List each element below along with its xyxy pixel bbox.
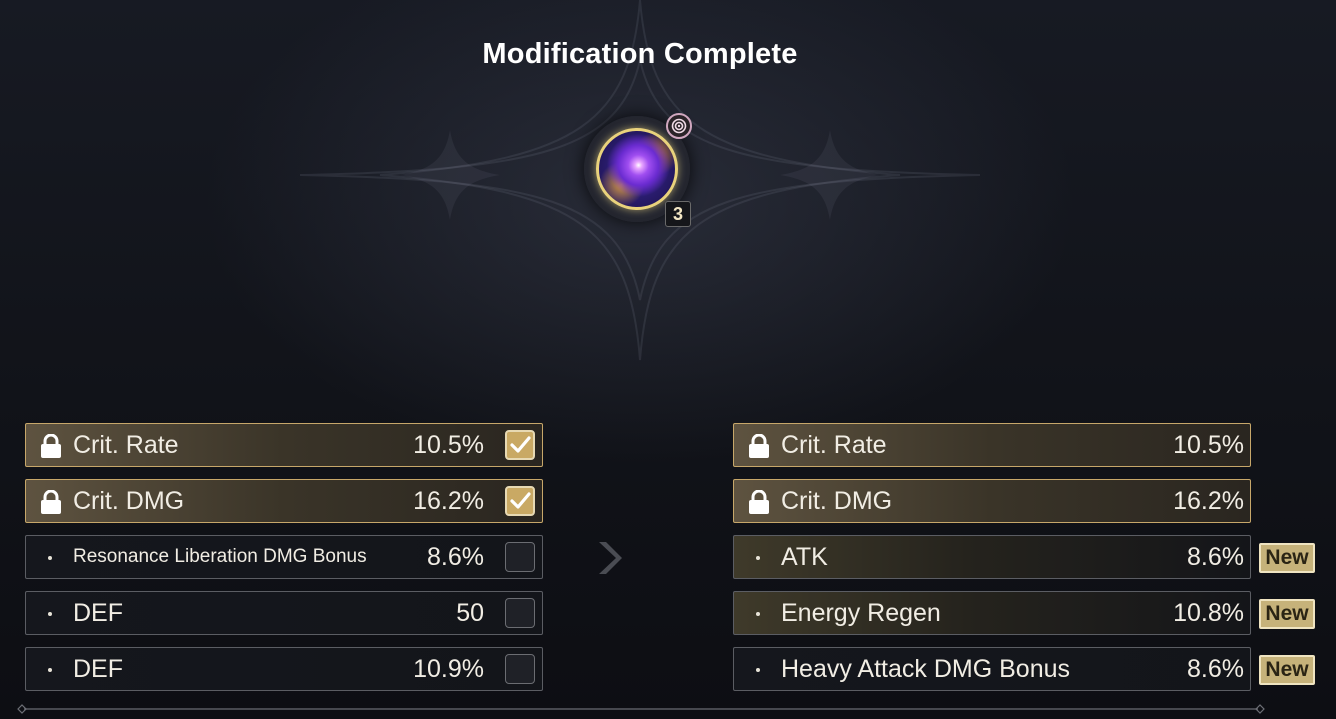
lock-icon [749,434,769,458]
page-title: Modification Complete [482,38,798,70]
stat-value: 16.2% [413,486,484,515]
bullet-icon [756,612,760,616]
right-stat-row: Heavy Attack DMG Bonus 8.6% [733,647,1251,691]
right-stat-row: Energy Regen 10.8% [733,591,1251,635]
left-stat-row[interactable]: Crit. DMG 16.2% [25,479,543,523]
bullet-icon [48,668,52,672]
lock-checkbox[interactable] [505,542,535,572]
stat-value: 50 [456,598,484,627]
chevron-right-icon [599,542,622,574]
stat-name: Crit. Rate [781,430,887,459]
checkmark-icon [510,492,531,509]
stat-value: 10.8% [1173,598,1244,627]
bullet-icon [48,556,52,560]
stat-name: DEF [73,598,123,627]
echo-portrait: 3 [576,108,706,238]
stat-name: Energy Regen [781,598,941,627]
stat-name: Heavy Attack DMG Bonus [781,654,1071,683]
stat-value: 10.9% [413,654,484,683]
swirl-sonata-icon [666,113,692,139]
bullet-icon [756,556,760,560]
echo-level-badge: 3 [665,201,691,227]
left-stat-row[interactable]: DEF 10.9% [25,647,543,691]
stat-name: Crit. DMG [781,486,893,515]
lock-checkbox[interactable] [505,486,535,516]
lock-icon [41,434,61,458]
stat-name: Resonance Liberation DMG Bonus [73,546,367,567]
stat-value: 8.6% [1187,654,1244,683]
stat-name: Crit. Rate [73,430,179,459]
stat-value: 10.5% [1173,430,1244,459]
stat-value: 16.2% [1173,486,1244,515]
stat-name: ATK [781,542,828,571]
left-stat-row[interactable]: Crit. Rate 10.5% [25,423,543,467]
stat-name: DEF [73,654,123,683]
left-stat-row[interactable]: Resonance Liberation DMG Bonus 8.6% [25,535,543,579]
right-stat-row: Crit. Rate 10.5% [733,423,1251,467]
right-stat-row: Crit. DMG 16.2% [733,479,1251,523]
bullet-icon [756,668,760,672]
lock-checkbox[interactable] [505,654,535,684]
right-stat-row: ATK 8.6% [733,535,1251,579]
stat-value: 8.6% [1187,542,1244,571]
bullet-icon [48,612,52,616]
echo-creature-icon [596,128,678,210]
checkmark-icon [510,436,531,453]
left-stat-row[interactable]: DEF 50 [25,591,543,635]
lock-checkbox[interactable] [505,430,535,460]
new-badge: New [1259,543,1315,573]
stat-value: 8.6% [427,542,484,571]
stat-name: Crit. DMG [73,486,185,515]
lock-icon [749,490,769,514]
lock-checkbox[interactable] [505,598,535,628]
new-badge: New [1259,655,1315,685]
new-badge: New [1259,599,1315,629]
lock-icon [41,490,61,514]
bottom-divider [17,704,1265,714]
stat-value: 10.5% [413,430,484,459]
